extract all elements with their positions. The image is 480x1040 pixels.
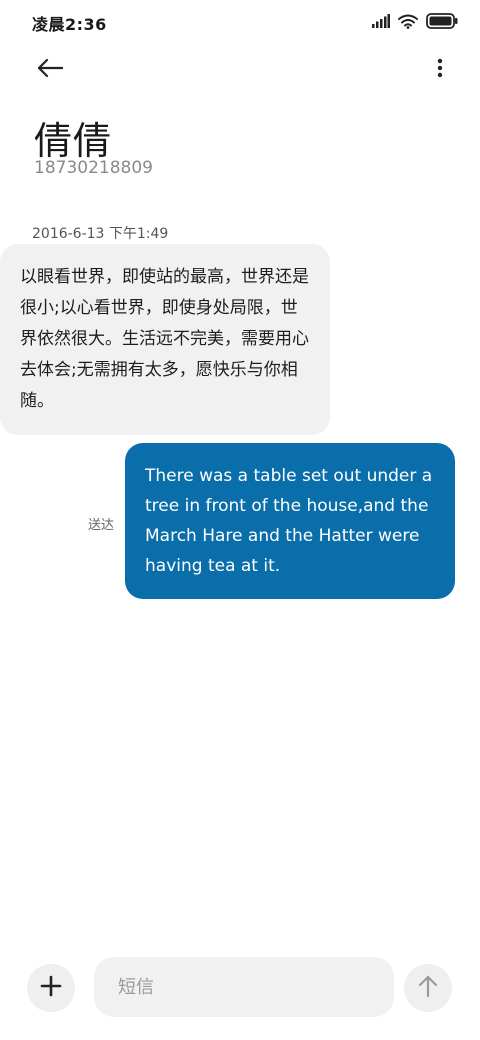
wifi-icon (398, 14, 418, 29)
message-composer (0, 950, 480, 1026)
message-timestamp: 2016-6-13 下午1:49 (32, 226, 169, 242)
arrow-up-icon (417, 974, 439, 1002)
contact-name: 倩倩 (34, 119, 113, 163)
contact-number: 18730218809 (34, 158, 153, 178)
arrow-left-icon (37, 58, 64, 82)
status-time: 凌晨2:36 (32, 15, 107, 34)
add-attachment-button[interactable] (27, 964, 75, 1012)
message-input[interactable] (94, 957, 394, 1017)
signal-icon (372, 14, 390, 28)
status-bar: 凌晨2:36 (0, 0, 480, 44)
send-button[interactable] (404, 964, 452, 1012)
battery-icon (426, 13, 458, 29)
message-text: 以眼看世界，即使站的最高，世界还是很小;以心看世界，即使身处局限，世界依然很大。… (20, 267, 309, 411)
incoming-message-bubble[interactable]: 以眼看世界，即使站的最高，世界还是很小;以心看世界，即使身处局限，世界依然很大。… (0, 244, 330, 435)
message-text: There was a table set out under a tree i… (145, 466, 433, 576)
delivery-status: 送达 (88, 518, 115, 533)
app-bar (0, 48, 480, 92)
more-vertical-icon (437, 58, 443, 82)
plus-icon (40, 975, 62, 1001)
back-button[interactable] (30, 54, 70, 86)
status-icons (372, 12, 458, 30)
more-options-button[interactable] (430, 54, 450, 86)
outgoing-message-bubble[interactable]: There was a table set out under a tree i… (125, 443, 455, 599)
